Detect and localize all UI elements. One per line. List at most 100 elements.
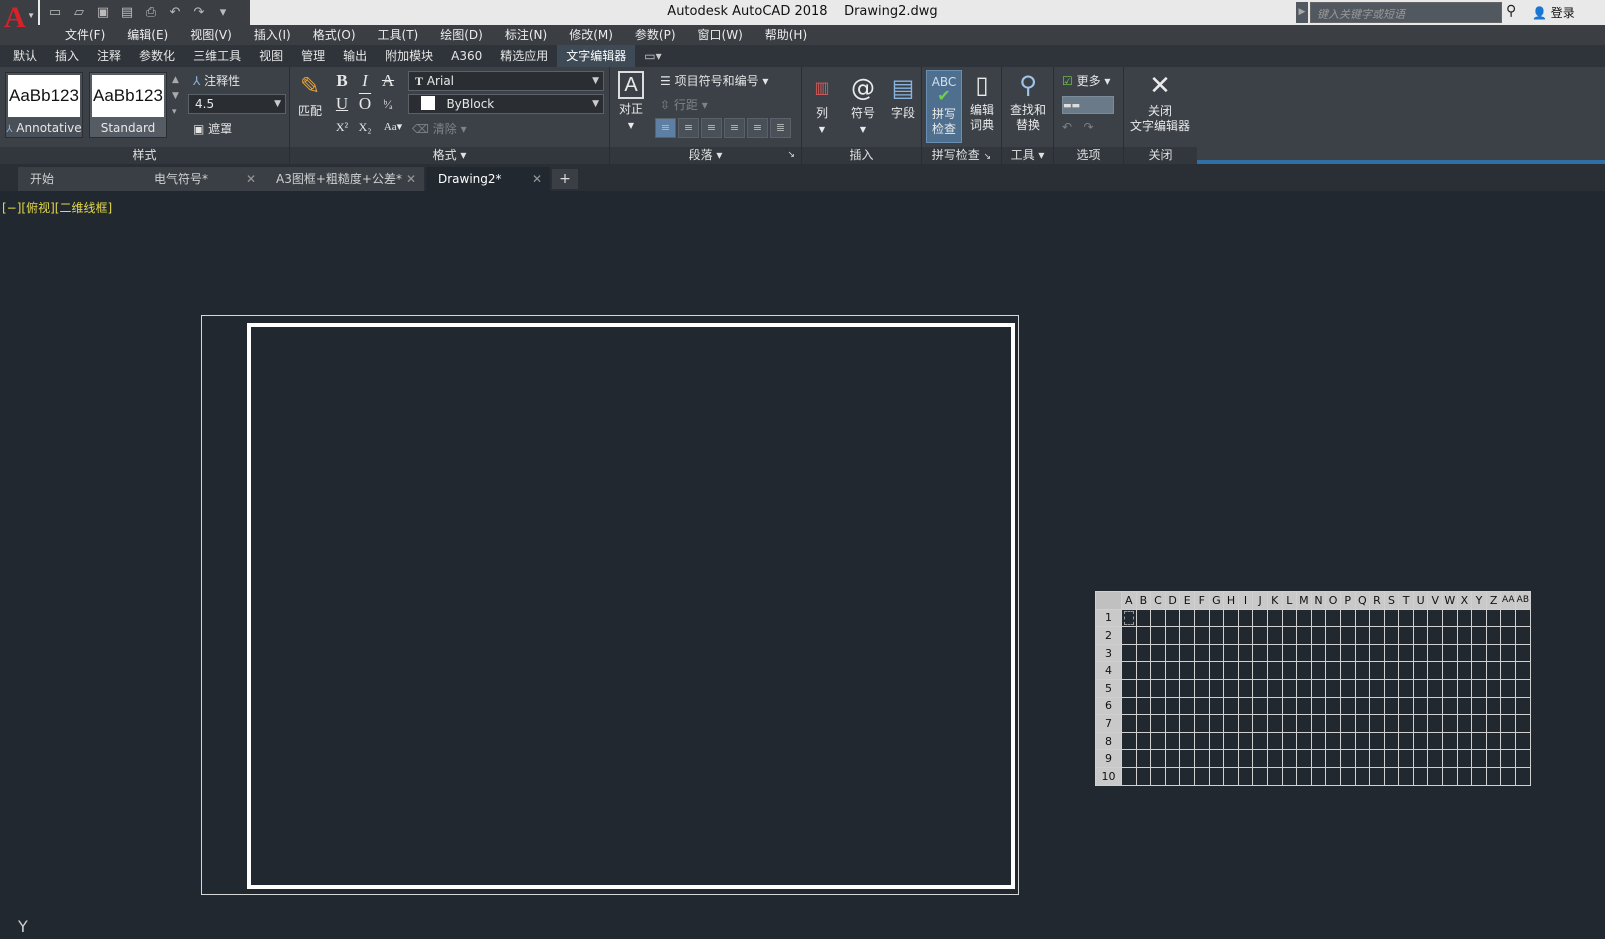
binoculars-icon[interactable]: ⚲ [1506,3,1516,19]
table-cell[interactable] [1471,714,1487,733]
table-cell[interactable] [1485,678,1502,698]
column-header[interactable]: J [1252,591,1268,610]
superscript-button[interactable]: X² [332,117,352,137]
table-cell[interactable] [1208,643,1225,663]
menu-draw[interactable]: 绘图(D) [429,25,494,45]
table-cell[interactable] [1237,714,1254,733]
row-header[interactable]: 8 [1095,731,1122,751]
table-cell[interactable] [1121,714,1137,733]
table-cell[interactable] [1237,678,1254,698]
table-cell[interactable] [1193,678,1210,698]
menu-modify[interactable]: 修改(M) [558,25,624,45]
menu-dimension[interactable]: 标注(N) [494,25,558,45]
table-cell[interactable] [1383,608,1400,628]
table-cell[interactable] [1412,714,1429,733]
table-cell[interactable] [1208,696,1225,716]
table-cell[interactable] [1223,643,1239,663]
mask-button[interactable]: ▣ 遮罩 [193,120,232,137]
table-cell[interactable] [1310,749,1327,768]
row-header[interactable]: 5 [1095,678,1122,698]
table-cell[interactable] [1281,766,1298,786]
menu-insert[interactable]: 插入(I) [243,25,302,45]
table-cell[interactable] [1135,766,1152,786]
style-swatch-standard[interactable]: AaBb123 Standard [89,72,167,138]
column-header[interactable]: A [1121,591,1137,610]
table-cell[interactable] [1296,608,1312,628]
table-cell[interactable] [1296,661,1312,680]
table-cell[interactable] [1369,714,1385,733]
table-cell[interactable] [1500,643,1517,663]
column-header[interactable]: G [1208,591,1225,610]
undo-icon[interactable]: ↶ [1062,120,1072,134]
table-cell[interactable] [1515,608,1531,628]
table-cell[interactable] [1296,643,1312,663]
more-options-button[interactable]: ☑ 更多 ▾ [1062,72,1110,89]
panel-title-tools[interactable]: 工具 ▾ [1002,147,1053,164]
table-cell[interactable] [1500,608,1517,628]
tab-text-editor[interactable]: 文字编辑器 [557,45,636,67]
table-cell[interactable] [1398,626,1414,645]
column-header[interactable]: O [1325,591,1341,610]
table-cell[interactable] [1485,643,1502,663]
table-cell[interactable] [1296,678,1312,698]
table-cell[interactable] [1383,643,1400,663]
table-cell[interactable] [1121,626,1137,645]
app-menu-button[interactable]: A ▼ [0,0,38,40]
table-cell[interactable] [1193,608,1210,628]
tab-parametric[interactable]: 参数化 [130,45,184,67]
table-cell[interactable] [1456,696,1473,716]
table-cell[interactable] [1179,714,1195,733]
table-cell[interactable] [1383,661,1400,680]
row-header[interactable]: 2 [1095,626,1122,645]
table-cell[interactable] [1223,678,1239,698]
search-expand-icon[interactable]: ▶ [1296,2,1308,23]
column-header[interactable]: AB [1515,591,1531,610]
table-cell[interactable] [1383,626,1400,645]
table-cell[interactable] [1398,749,1414,768]
table-cell[interactable] [1354,608,1371,628]
menu-tools[interactable]: 工具(T) [367,25,430,45]
table-cell[interactable] [1339,731,1356,751]
table-cell[interactable] [1281,731,1298,751]
table-cell[interactable] [1412,731,1429,751]
table-cell[interactable] [1427,643,1444,663]
table-cell[interactable] [1179,731,1195,751]
doc-tab-electrical-symbols[interactable]: 电气符号* ✕ [142,167,264,191]
table-cell[interactable] [1208,608,1225,628]
table-cell[interactable] [1135,608,1152,628]
save-icon[interactable]: ▣ [94,5,112,20]
table-cell[interactable] [1515,626,1531,645]
open-file-icon[interactable]: ▱ [70,5,88,20]
close-tab-icon[interactable]: ✕ [532,167,542,191]
viewport-controls[interactable]: [−][俯视][二维线框] [2,199,112,216]
row-header[interactable]: 6 [1095,696,1122,716]
table-cell[interactable] [1223,608,1239,628]
column-header[interactable]: K [1266,591,1283,610]
clear-button[interactable]: ⌫ 清除 ▾ [412,120,467,137]
bold-button[interactable]: B [332,71,352,91]
table-cell[interactable] [1485,608,1502,628]
table-cell[interactable] [1515,661,1531,680]
table-cell[interactable] [1281,696,1298,716]
table-cell[interactable] [1252,731,1268,751]
table-cell[interactable] [1442,608,1458,628]
table-cell[interactable] [1266,608,1283,628]
table-cell[interactable] [1500,661,1517,680]
table-cell[interactable] [1485,696,1502,716]
table-cell[interactable] [1485,766,1502,786]
table-cell[interactable] [1121,661,1137,680]
edit-dictionary-button[interactable]: ▯ 编辑 词典 [964,70,1000,133]
column-header[interactable]: AA [1500,591,1517,610]
table-cell[interactable] [1354,696,1371,716]
table-cell[interactable] [1471,766,1487,786]
line-spacing-button[interactable]: ⇳ 行距 ▾ [660,96,708,113]
table-cell[interactable] [1179,766,1195,786]
table-cell[interactable] [1369,626,1385,645]
column-header[interactable]: P [1339,591,1356,610]
tab-manage[interactable]: 管理 [292,45,334,67]
row-header[interactable]: 4 [1095,661,1122,680]
table-cell[interactable] [1354,678,1371,698]
find-replace-button[interactable]: ⚲ 查找和 替换 [1006,70,1050,133]
table-cell[interactable] [1237,643,1254,663]
table-cell[interactable] [1252,749,1268,768]
